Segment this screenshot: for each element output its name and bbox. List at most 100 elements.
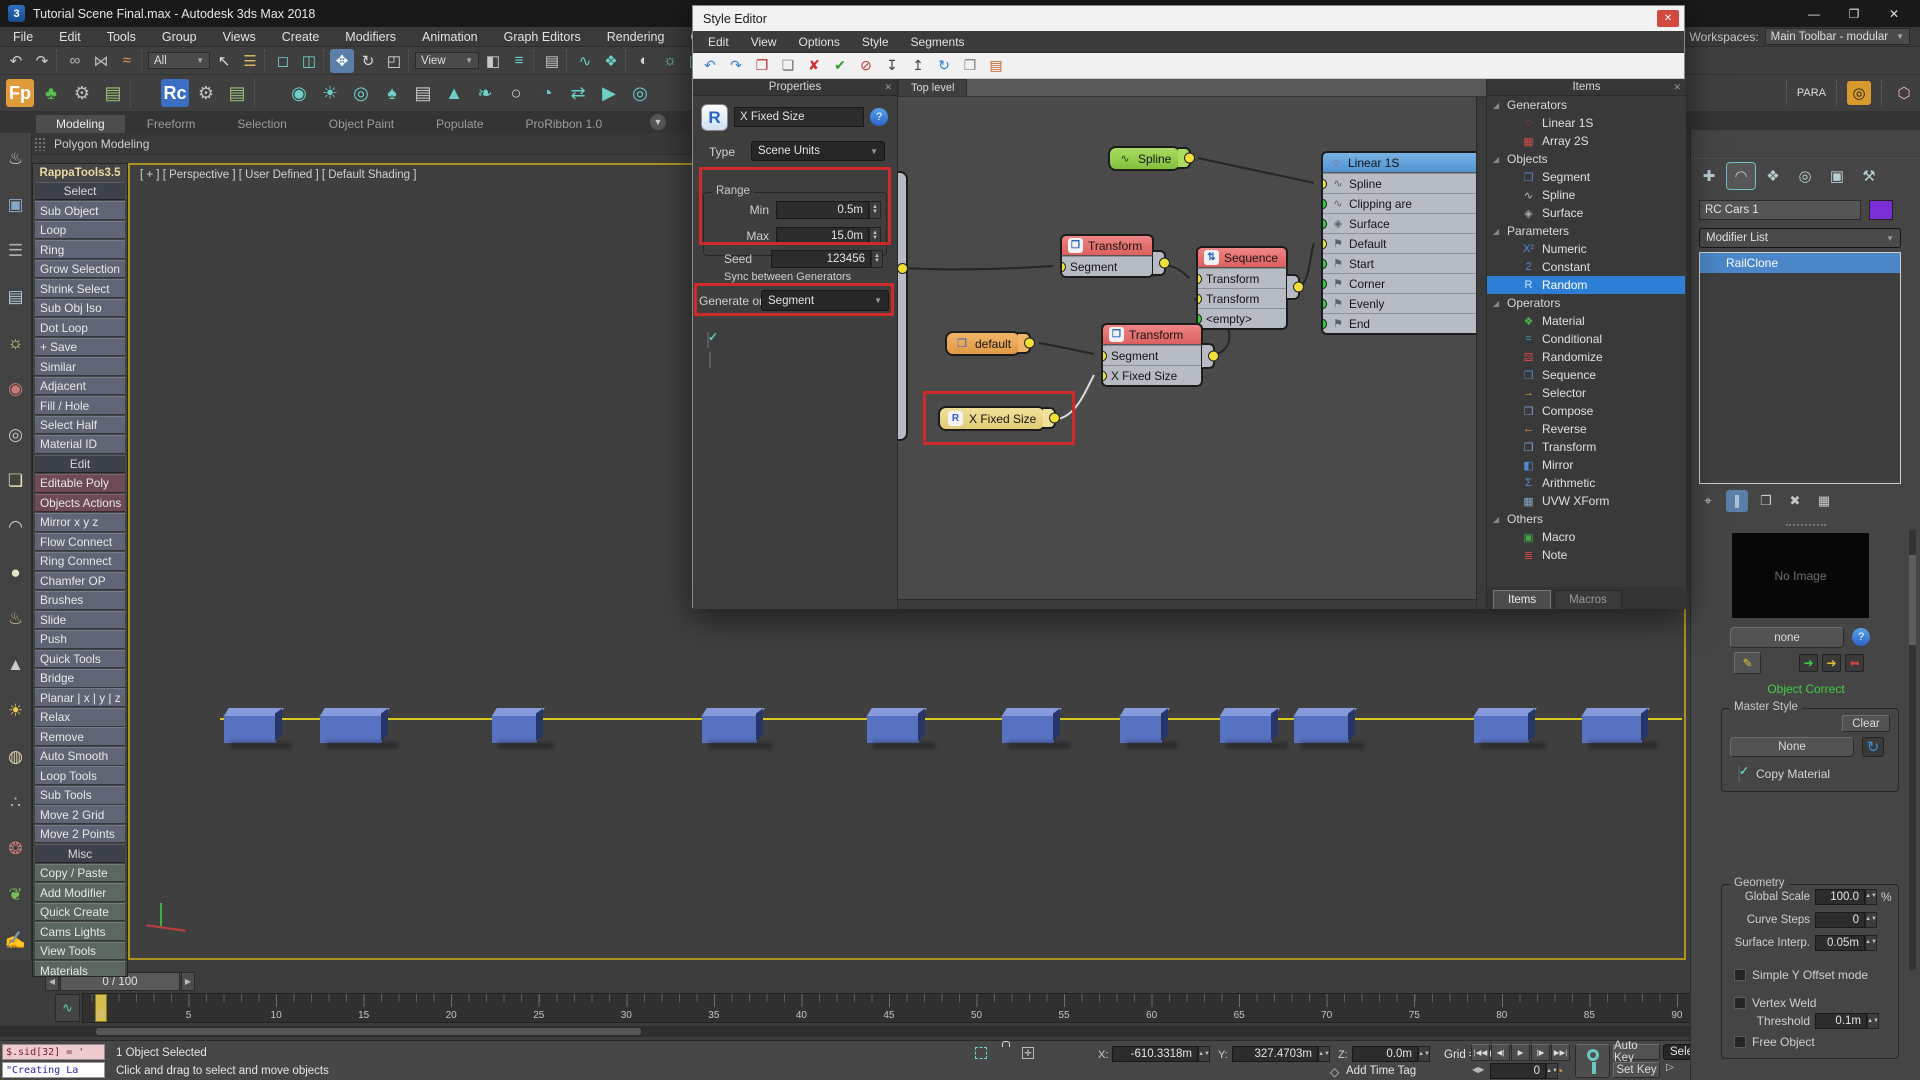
rollout-drag-handle[interactable] [1786,524,1826,526]
rappatools-button[interactable]: Material ID [35,435,125,454]
ribbon-minimize-icon[interactable]: ▼ [650,114,666,130]
menu-item[interactable]: Create [269,27,333,47]
tree-item[interactable]: ◢ ❖ Material [1487,312,1685,330]
panel-tab[interactable]: Macros [1554,590,1622,609]
tree-item[interactable]: ◢ ≣ Note [1487,546,1685,564]
set-keys-button[interactable] [1575,1044,1610,1078]
menu-item[interactable]: Rendering [594,27,678,47]
close-button[interactable]: ✕ [1874,0,1914,27]
rappatools-button[interactable]: Slide [35,611,125,630]
separator[interactable] [533,50,538,72]
rappatools-button[interactable]: Materials [35,961,125,977]
vertex-weld-checkbox[interactable] [1734,997,1746,1009]
rappatools-button[interactable]: Copy / Paste [35,864,125,883]
dome-icon[interactable]: ◠ [4,515,28,539]
video-icon[interactable]: ◉ [4,377,28,401]
expand-icon[interactable]: ◢ [1493,101,1501,110]
key-step-icons[interactable]: ◀▶ [1472,1065,1484,1074]
time-forward-button[interactable]: ▶ [181,972,195,991]
refresh-icon[interactable]: ↻ [1862,737,1884,757]
input-socket[interactable] [1321,218,1327,229]
expand-icon[interactable]: ◢ [1493,155,1501,164]
railclone-list-icon[interactable]: ▤ [223,79,251,107]
schematic-view-icon[interactable]: ❖ [599,49,623,73]
input-socket[interactable] [1101,350,1107,361]
rappatools-button[interactable]: Bridge [35,669,125,688]
panel-grip[interactable] [34,137,46,151]
help-icon[interactable]: ? [1852,628,1870,646]
copy-icon[interactable]: ❐ [751,55,773,77]
seed-checkbox[interactable] [707,332,709,348]
rappatools-button[interactable]: Fill / Hole [35,396,125,415]
create-tab-icon[interactable]: ✚ [1695,163,1723,189]
geometry-value-field[interactable]: 100.0 [1815,889,1865,905]
ribbon-tab[interactable]: Modeling [36,115,125,133]
offscreen-node[interactable] [898,171,908,441]
render-preview-icon[interactable]: ▣ [4,193,28,217]
viewport-box[interactable] [702,708,757,748]
rotate-icon[interactable]: ↻ [356,49,380,73]
separator[interactable] [254,79,282,107]
node-input-row[interactable]: ∿ Clipping are [1323,193,1486,213]
undo-icon[interactable]: ↶ [699,55,721,77]
timeline-ruler[interactable]: 0510152025303540455055606570758085909510… [82,993,1862,1023]
ribbon-tab[interactable]: Selection [217,115,306,133]
scale-icon[interactable]: ◰ [382,49,406,73]
light-icon[interactable]: ◉ [285,79,313,107]
menu-item[interactable]: File [0,27,46,47]
input-socket[interactable] [1321,238,1327,249]
selection-filter-dropdown[interactable]: All▼ [148,52,210,69]
teapot-icon[interactable]: ♨ [4,147,28,171]
rappatools-button[interactable]: Ring [35,240,125,259]
spinner[interactable]: ▲▼ [1418,1046,1430,1062]
menu-item[interactable]: Edit [46,27,94,47]
input-socket[interactable] [1196,273,1202,284]
close-icon[interactable]: ✕ [1657,10,1679,27]
separator[interactable] [408,50,413,72]
viewport-box[interactable] [1582,708,1642,748]
ribbon-tab[interactable]: ProRibbon 1.0 [506,115,623,133]
seed-value-field[interactable]: 123456 [771,250,871,268]
ribbon-panel-label[interactable]: Polygon Modeling [54,137,149,151]
style-editor-menu-item[interactable]: Style [851,32,900,52]
geometry-value-field[interactable]: 0.05m [1815,935,1865,951]
rappatools-button[interactable]: Loop Tools [35,766,125,785]
forest-trees-icon[interactable]: ♣ [37,79,65,107]
play-button[interactable]: ▶ [1511,1044,1530,1061]
spinner[interactable]: ▲▼ [1318,1046,1330,1062]
node-input-row[interactable]: <empty> [1198,308,1286,328]
make-unique-icon[interactable]: ❐ [1755,490,1777,512]
bind-spacewarp-icon[interactable]: ≈ [115,49,139,73]
tree-item[interactable]: ◢ → Selector [1487,384,1685,402]
max-spinner[interactable]: ▲▼ [869,227,881,245]
layer-manager-icon[interactable]: ▤ [540,49,564,73]
maxscript-mini-listener-script[interactable]: "Creating La [2,1062,105,1078]
object-name-field[interactable]: RC Cars 1 [1699,200,1861,220]
menu-item[interactable]: Graph Editors [491,27,594,47]
max-value-field[interactable]: 15.0m [776,227,869,245]
mirror-icon[interactable]: ◧ [481,49,505,73]
align-icon[interactable]: ≡ [507,49,531,73]
rappatools-button[interactable]: Mirror x y z [35,513,125,532]
tree-item[interactable]: ◢ = Conditional [1487,330,1685,348]
railclone-tools-icon[interactable]: ⚙ [192,79,220,107]
menu-item[interactable]: Animation [409,27,491,47]
separator[interactable] [130,79,158,107]
input-socket[interactable] [1060,261,1066,272]
ribbon-tab[interactable]: Freeform [127,115,216,133]
node-input-row[interactable]: Transform [1198,288,1286,308]
import-style-button[interactable]: ➜ [1799,654,1818,672]
cone-icon[interactable]: ▲ [4,653,28,677]
package-icon[interactable]: ❒ [959,55,981,77]
node-input-row[interactable]: ⚑ Default [1323,233,1486,253]
tree-item[interactable]: ◢ ← Reverse [1487,420,1685,438]
rappatools-button[interactable]: Quick Create [35,903,125,922]
sync-checkbox[interactable] [709,352,711,368]
clapper-icon[interactable]: ◎ [347,79,375,107]
rappatools-button[interactable]: Quick Tools [35,650,125,669]
export-style-button[interactable]: ➜ [1822,654,1841,672]
tree-item[interactable]: ◢ X² Numeric [1487,240,1685,258]
modify-tab-icon[interactable]: ◠ [1727,163,1755,189]
style-editor-menu-item[interactable]: Options [787,32,850,52]
rappatools-button[interactable]: Sub Tools [35,786,125,805]
